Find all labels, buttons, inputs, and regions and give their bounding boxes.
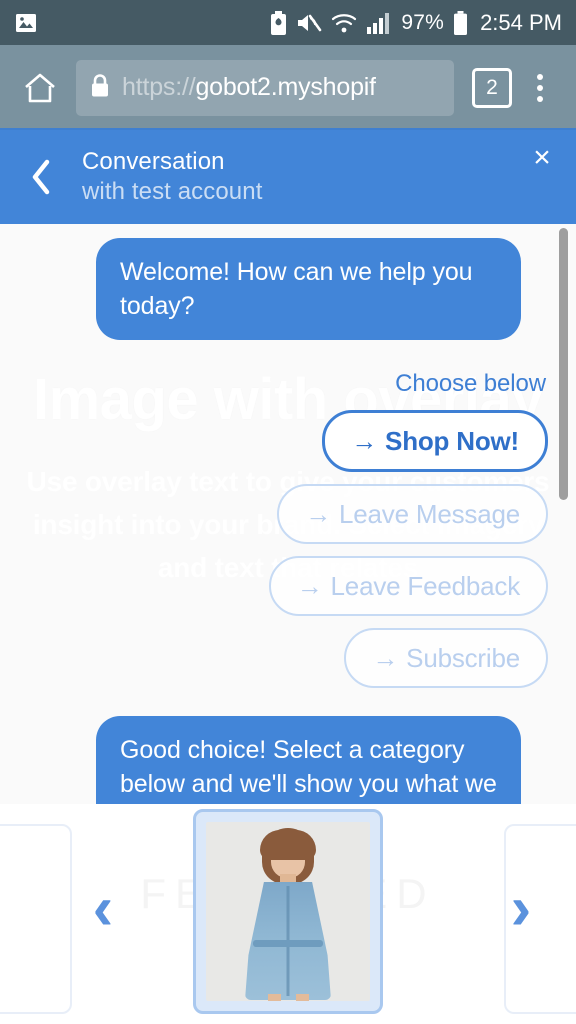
product-photo-dresses (206, 822, 370, 1001)
quick-reply-subscribe[interactable]: → Subscribe (344, 628, 548, 688)
battery-percent-label: 97% (401, 10, 445, 34)
quick-reply-shop-now[interactable]: → Shop Now! (322, 410, 548, 472)
conversation-titles: Conversation with test account (82, 147, 262, 207)
figure-leg-left-icon (268, 994, 281, 1001)
carousel-next-arrow-icon[interactable]: › (496, 878, 546, 940)
battery-icon (453, 10, 468, 35)
chevron-left-icon (32, 159, 50, 195)
quick-reply-label: Leave Message (339, 499, 520, 529)
signal-bars-icon (366, 12, 392, 34)
url-scheme: https:// (122, 73, 196, 101)
chat-scrollbar-thumb[interactable] (559, 228, 568, 500)
url-host: gobot2.myshopif (195, 73, 376, 101)
image-notification-icon (14, 11, 38, 35)
carousel-card-left[interactable] (0, 824, 72, 1014)
quick-reply-label: Shop Now! (385, 426, 519, 456)
chat-scroll-area[interactable]: Welcome! How can we help you today? Choo… (0, 224, 576, 804)
figure-leg-right-icon (296, 994, 309, 1001)
back-button[interactable] (18, 154, 64, 200)
quick-reply-list: → Shop Now! → Leave Message → Leave Feedbac… (24, 410, 552, 688)
tab-count-label: 2 (486, 75, 498, 99)
url-bar[interactable]: https://gobot2.myshopif (76, 59, 454, 116)
choose-below-label: Choose below (395, 370, 546, 397)
close-button[interactable]: × (524, 140, 560, 176)
chat-message-bubble: Welcome! How can we help you today? (96, 238, 521, 340)
tab-switcher-button[interactable]: 2 (472, 67, 512, 108)
chat-scrollbar[interactable] (559, 226, 568, 804)
arrow-right-icon: → (351, 426, 378, 456)
quick-reply-leave-feedback[interactable]: → Leave Feedback (268, 556, 548, 616)
conversation-title: Conversation (82, 148, 225, 175)
home-icon (25, 73, 55, 102)
carousel-prev-arrow-icon[interactable]: ‹ (78, 878, 128, 940)
clock-label: 2:54 PM (480, 9, 562, 35)
overflow-menu-icon[interactable] (518, 62, 562, 114)
lock-icon (90, 73, 110, 103)
volume-muted-icon (296, 12, 322, 34)
status-bar-right: 97% 2:54 PM (270, 10, 562, 36)
home-button[interactable] (14, 62, 66, 114)
carousel-card-dresses[interactable] (193, 809, 383, 1014)
arrow-right-icon: → (372, 643, 399, 673)
status-bar: 97% 2:54 PM (0, 0, 576, 45)
conversation-header: Conversation with test account × (0, 130, 576, 224)
status-bar-left (14, 11, 270, 35)
figure-dress-belt-icon (253, 940, 323, 947)
chat-message-bubble: Good choice! Select a category below and… (96, 716, 521, 804)
arrow-right-icon: → (305, 499, 332, 529)
quick-reply-leave-message[interactable]: → Leave Message (277, 484, 548, 544)
chat-body: Image with overlay Use overlay text to g… (0, 224, 576, 804)
browser-toolbar: https://gobot2.myshopif 2 (0, 45, 576, 130)
arrow-right-icon: → (296, 571, 323, 601)
quick-reply-label: Leave Feedback (330, 571, 521, 601)
conversation-subtitle: with test account (82, 178, 263, 205)
category-carousel: FEATURED COLLECTION ‹ › (0, 804, 576, 1024)
wifi-icon (331, 12, 357, 34)
battery-saver-icon (270, 10, 287, 35)
url-text: https://gobot2.myshopif (122, 73, 376, 102)
figure-hair-top-icon (260, 830, 316, 860)
quick-reply-label: Subscribe (406, 643, 520, 673)
